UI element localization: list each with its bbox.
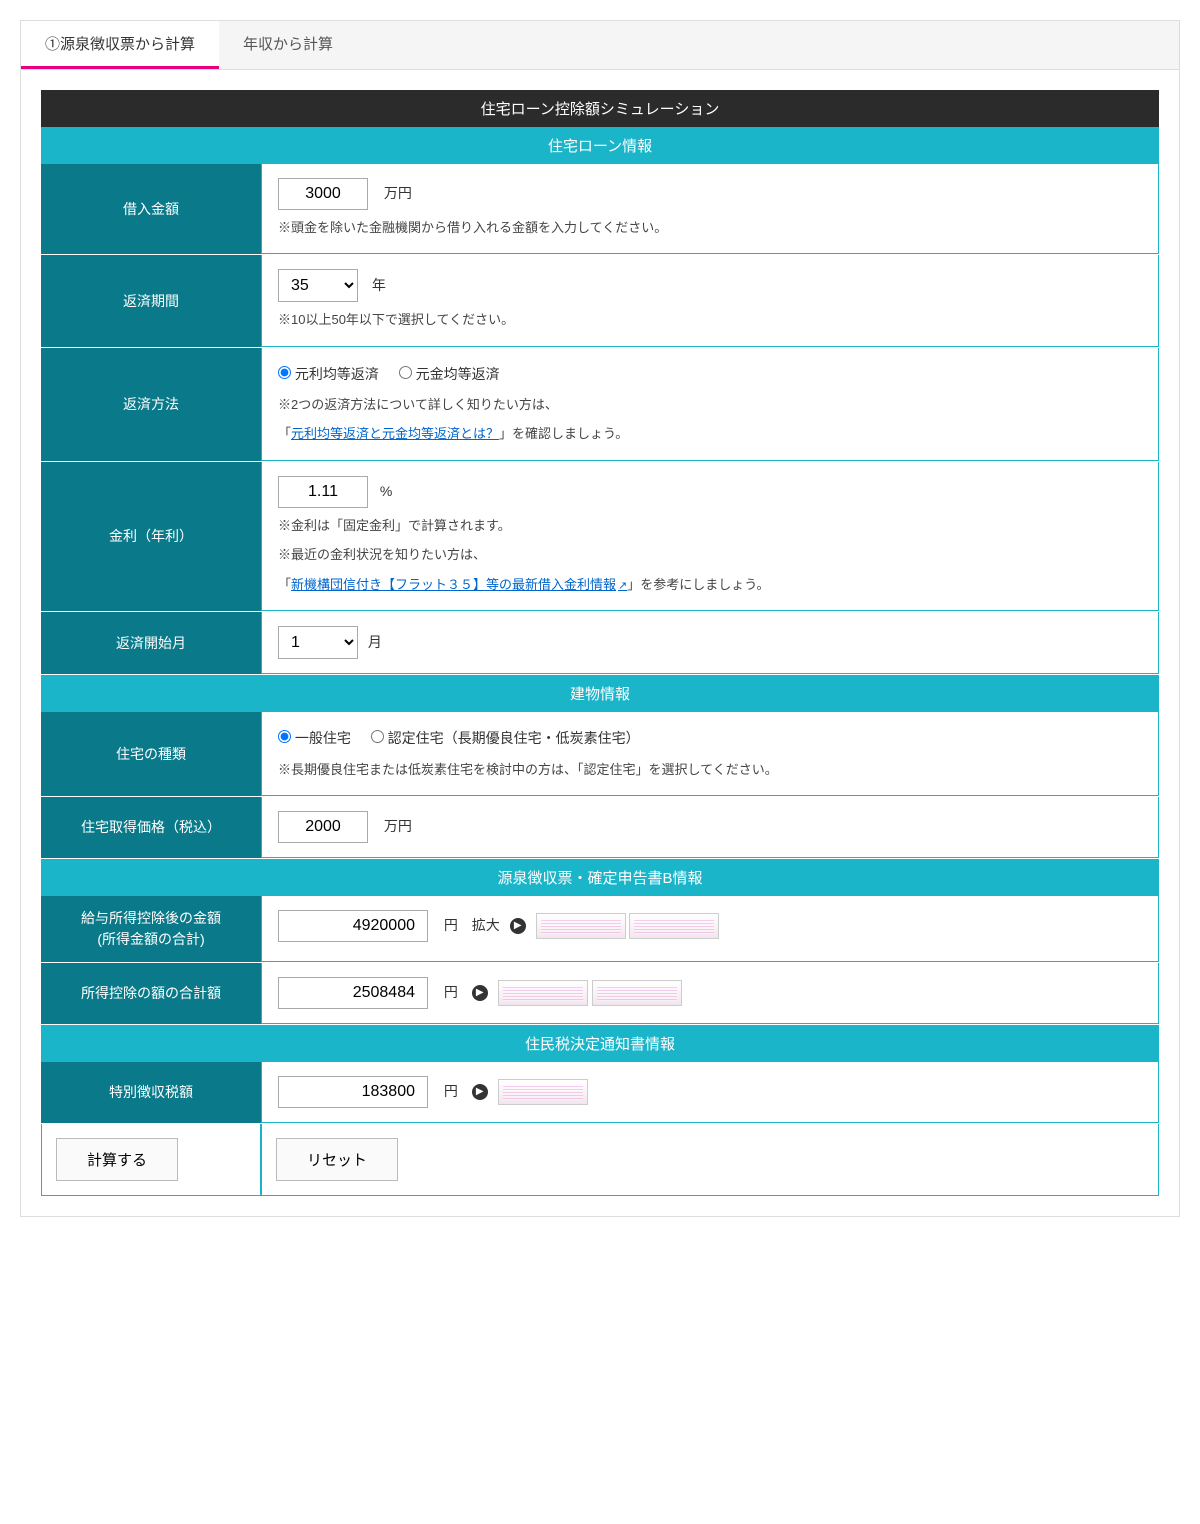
loan-period-unit: 年: [372, 277, 386, 293]
tab-nenshu[interactable]: 年収から計算: [219, 21, 357, 69]
building-type-label: 住宅の種類: [41, 712, 261, 796]
tab-gensen[interactable]: ①源泉徴収票から計算: [21, 21, 219, 69]
document-thumb-4[interactable]: [592, 980, 682, 1006]
tax-unit: 円: [444, 1083, 458, 1099]
deduction-label: 所得控除の額の合計額: [41, 963, 261, 1024]
arrow-right-icon[interactable]: ▶: [472, 985, 488, 1001]
document-thumb-5[interactable]: [498, 1079, 588, 1105]
loan-method-radio-2[interactable]: 元金均等返済: [399, 366, 500, 382]
loan-rate-note2: ※最近の金利状況を知りたい方は、: [278, 543, 1142, 566]
tax-input[interactable]: [278, 1076, 428, 1108]
loan-rate-label: 金利（年利）: [41, 462, 261, 612]
document-thumb-2[interactable]: [629, 913, 719, 939]
loan-start-unit: 月: [368, 634, 382, 650]
loan-period-label: 返済期間: [41, 255, 261, 346]
arrow-right-icon[interactable]: ▶: [472, 1084, 488, 1100]
loan-method-link[interactable]: 元利均等返済と元金均等返済とは？: [291, 426, 499, 441]
section-juminzei-header: 住民税決定通知書情報: [41, 1025, 1159, 1062]
expand-link[interactable]: 拡大: [472, 917, 500, 933]
reset-button[interactable]: リセット: [276, 1138, 398, 1181]
tax-label: 特別徴収税額: [41, 1062, 261, 1123]
loan-method-label: 返済方法: [41, 348, 261, 461]
loan-method-note1: ※2つの返済方法について詳しく知りたい方は、: [278, 393, 1142, 416]
loan-period-select[interactable]: 35: [278, 269, 358, 302]
loan-rate-link[interactable]: 新機構団信付き【フラット３５】等の最新借入金利情報: [291, 577, 627, 592]
document-thumb-1[interactable]: [536, 913, 626, 939]
document-thumb-3[interactable]: [498, 980, 588, 1006]
building-type-note: ※長期優良住宅または低炭素住宅を検討中の方は、「認定住宅」を選択してください。: [278, 758, 1142, 781]
section-loan-header: 住宅ローン情報: [41, 127, 1159, 164]
building-type-radio-1[interactable]: 一般住宅: [278, 730, 351, 746]
building-price-label: 住宅取得価格（税込）: [41, 797, 261, 858]
deduction-unit: 円: [444, 984, 458, 1000]
loan-amount-input[interactable]: [278, 178, 368, 210]
page-title: 住宅ローン控除額シミュレーション: [41, 90, 1159, 127]
building-price-unit: 万円: [384, 818, 412, 834]
arrow-right-icon[interactable]: ▶: [510, 918, 526, 934]
tabs: ①源泉徴収票から計算 年収から計算: [21, 21, 1179, 70]
loan-start-select[interactable]: 1: [278, 626, 358, 659]
loan-rate-unit: %: [380, 483, 392, 499]
loan-rate-note1: ※金利は「固定金利」で計算されます。: [278, 514, 1142, 537]
section-building-header: 建物情報: [41, 675, 1159, 712]
loan-method-radio-1[interactable]: 元利均等返済: [278, 366, 379, 382]
income-label: 給与所得控除後の金額 (所得金額の合計): [41, 896, 261, 962]
loan-amount-label: 借入金額: [41, 164, 261, 254]
calc-button[interactable]: 計算する: [56, 1138, 178, 1181]
loan-amount-note: ※頭金を除いた金融機関から借り入れる金額を入力してください。: [278, 216, 1142, 239]
deduction-input[interactable]: [278, 977, 428, 1009]
building-price-input[interactable]: [278, 811, 368, 843]
income-unit: 円: [444, 917, 458, 933]
income-input[interactable]: [278, 910, 428, 942]
loan-rate-input[interactable]: [278, 476, 368, 508]
building-type-radio-2[interactable]: 認定住宅（長期優良住宅・低炭素住宅）: [371, 730, 640, 746]
loan-start-label: 返済開始月: [41, 612, 261, 674]
loan-amount-unit: 万円: [384, 185, 412, 201]
loan-period-note: ※10以上50年以下で選択してください。: [278, 308, 1142, 331]
section-gensen-header: 源泉徴収票・確定申告書B情報: [41, 859, 1159, 896]
